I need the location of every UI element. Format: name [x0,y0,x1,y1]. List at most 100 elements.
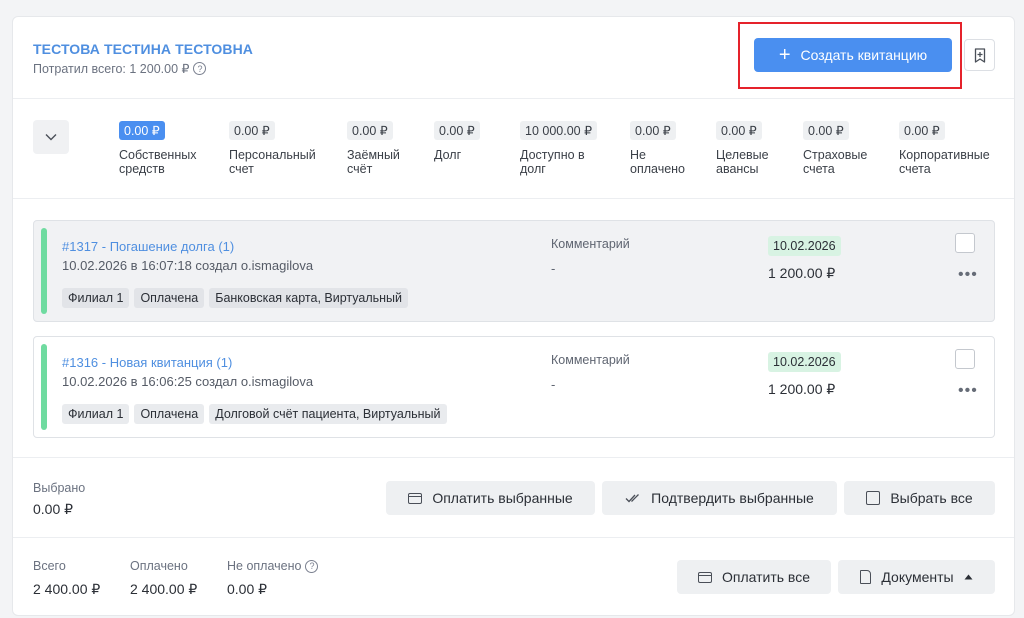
account-label: Долг [434,148,462,162]
select-all-label: Выбрать все [890,490,973,506]
date-badge: 10.02.2026 [768,236,841,256]
patient-name[interactable]: ТЕСТОВА ТЕСТИНА ТЕСТОВНА [33,41,253,57]
patient-header: ТЕСТОВА ТЕСТИНА ТЕСТОВНА Потратил всего:… [13,17,1014,99]
account-amount: 0.00 ₽ [716,121,762,140]
receipt-tags: Филиал 1 Оплачена Банковская карта, Вирт… [62,288,408,308]
receipt-card[interactable]: #1317 - Погашение долга (1) 10.02.2026 в… [33,220,995,322]
comment-value: - [551,377,556,392]
account-amount: 10 000.00 ₽ [520,121,598,140]
more-options-icon[interactable]: ••• [958,383,978,399]
document-icon [860,570,872,584]
accounts-summary: 0.00 ₽ Собственных средств 0.00 ₽ Персон… [13,99,1014,199]
account-available-credit[interactable]: 10 000.00 ₽ Доступно в долг [520,121,598,176]
selected-label: Выбрано [33,481,86,495]
comment-label: Комментарий [551,353,630,367]
status-bar [41,344,47,430]
account-debt[interactable]: 0.00 ₽ Долг [434,121,480,162]
selected-section: Выбрано 0.00 ₽ Оплатить выбранные Подтве… [13,459,1014,538]
chevron-down-icon [45,134,57,141]
totals-section: Всего 2 400.00 ₽ Оплачено 2 400.00 ₽ Не … [13,539,1014,617]
help-icon[interactable]: ? [305,559,319,573]
account-amount: 0.00 ₽ [434,121,480,140]
pay-all-label: Оплатить все [721,569,810,585]
total-block: Всего 2 400.00 ₽ [33,559,100,598]
spent-total-label: Потратил всего: 1 200.00 ₽ [33,62,190,76]
account-label: Доступно в долг [520,148,585,176]
receipt-sum: 1 200.00 ₽ [768,381,836,397]
account-label: Страховые счета [803,148,868,176]
receipts-list: #1317 - Погашение долга (1) 10.02.2026 в… [13,200,1014,458]
tag-payment-method: Банковская карта, Виртуальный [209,288,408,308]
receipt-title-link[interactable]: #1317 - Погашение долга (1) [62,239,234,254]
paid-block: Оплачено 2 400.00 ₽ [130,559,197,598]
card-icon [408,492,423,504]
account-amount: 0.00 ₽ [630,121,676,140]
account-unpaid[interactable]: 0.00 ₽ Не оплачено [630,121,685,176]
account-label: Заёмный счёт [347,148,400,176]
spent-total: Потратил всего: 1 200.00 ₽ ? [33,61,207,76]
create-receipt-highlight: + Создать квитанцию [738,22,962,89]
pay-all-button[interactable]: Оплатить все [677,560,831,594]
tag-payment-method: Долговой счёт пациента, Виртуальный [209,404,447,424]
patient-receipts-panel: ТЕСТОВА ТЕСТИНА ТЕСТОВНА Потратил всего:… [12,16,1015,616]
plus-icon: + [778,44,791,66]
total-label: Всего [33,559,66,573]
tag-status: Оплачена [134,288,205,308]
selected-value: 0.00 ₽ [33,501,74,517]
account-label: Собственных средств [119,148,197,176]
comment-label: Комментарий [551,237,630,251]
account-label: Персональный счет [229,148,316,176]
unpaid-label: Не оплачено [227,559,302,573]
paid-value: 2 400.00 ₽ [130,581,198,597]
account-label: Не оплачено [630,148,686,176]
status-bar [41,228,47,314]
help-icon[interactable]: ? [193,62,207,75]
account-corporate[interactable]: 0.00 ₽ Корпоративные счета [899,121,990,176]
account-label: Целевые авансы [716,148,769,176]
receipt-sum: 1 200.00 ₽ [768,265,836,281]
account-amount: 0.00 ₽ [899,121,945,140]
receipt-meta: 10.02.2026 в 16:06:25 создал o.ismagilov… [62,374,314,389]
confirm-selected-label: Подтвердить выбранные [651,490,814,506]
account-amount: 0.00 ₽ [119,121,165,140]
documents-label: Документы [881,569,954,585]
account-amount: 0.00 ₽ [803,121,849,140]
paid-label: Оплачено [130,559,188,573]
pay-selected-button[interactable]: Оплатить выбранные [386,481,595,515]
pay-selected-label: Оплатить выбранные [432,490,573,506]
collapse-toggle-button[interactable] [33,120,69,154]
double-check-icon [625,494,640,503]
bookmark-plus-icon [974,47,985,63]
unpaid-block: Не оплачено ? 0.00 ₽ [227,559,319,598]
date-badge: 10.02.2026 [768,352,841,372]
receipt-tags: Филиал 1 Оплачена Долговой счёт пациента… [62,404,447,424]
comment-value: - [551,261,556,276]
account-insurance[interactable]: 0.00 ₽ Страховые счета [803,121,867,176]
tag-branch: Филиал 1 [62,288,130,308]
tag-status: Оплачена [134,404,205,424]
account-own-funds[interactable]: 0.00 ₽ Собственных средств [119,121,196,176]
more-options-icon[interactable]: ••• [958,267,978,283]
account-personal[interactable]: 0.00 ₽ Персональный счет [229,121,316,176]
receipt-card[interactable]: #1316 - Новая квитанция (1) 10.02.2026 в… [33,336,995,438]
account-amount: 0.00 ₽ [347,121,393,140]
account-label: Корпоративные счета [899,148,990,176]
checkbox-icon [866,491,881,505]
unpaid-label-row: Не оплачено ? [227,559,319,573]
tag-branch: Филиал 1 [62,404,130,424]
unpaid-value: 0.00 ₽ [227,581,268,597]
create-receipt-label: Создать квитанцию [800,47,928,63]
receipt-checkbox[interactable] [955,349,975,369]
account-target-advances[interactable]: 0.00 ₽ Целевые авансы [716,121,769,176]
documents-dropdown-button[interactable]: Документы [838,560,995,594]
create-receipt-button[interactable]: + Создать квитанцию [754,38,952,72]
total-value: 2 400.00 ₽ [33,581,101,597]
receipt-title-link[interactable]: #1316 - Новая квитанция (1) [62,355,232,370]
confirm-selected-button[interactable]: Подтвердить выбранные [602,481,837,515]
account-amount: 0.00 ₽ [229,121,275,140]
receipt-checkbox[interactable] [955,233,975,253]
account-loan[interactable]: 0.00 ₽ Заёмный счёт [347,121,400,176]
caret-up-icon [964,574,973,580]
select-all-button[interactable]: Выбрать все [844,481,995,515]
bookmark-add-button[interactable] [964,39,995,71]
